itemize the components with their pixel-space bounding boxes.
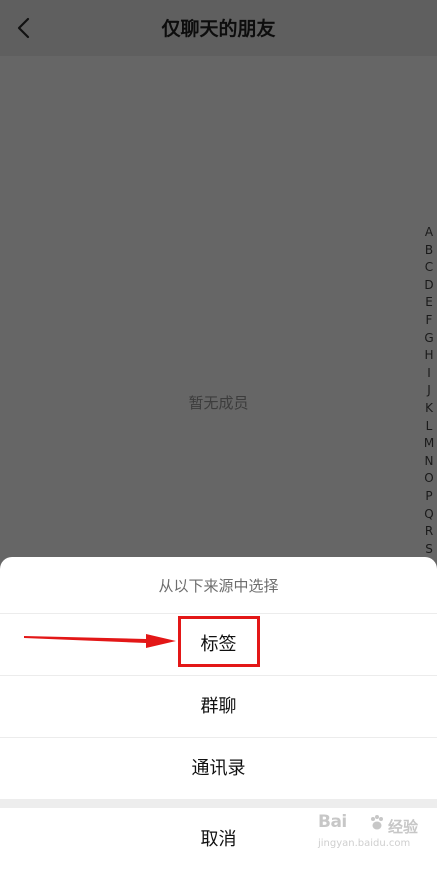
- index-letter[interactable]: O: [420, 470, 437, 488]
- empty-state-text: 暂无成员: [188, 394, 249, 412]
- index-letter[interactable]: G: [420, 330, 437, 348]
- option-contacts-button[interactable]: 通讯录: [0, 738, 437, 799]
- index-letter[interactable]: C: [420, 259, 437, 277]
- watermark-url: jingyan.baidu.com: [318, 838, 411, 849]
- watermark-logo-text: Bai: [318, 812, 347, 832]
- annotation-arrow-icon: [24, 634, 176, 648]
- action-sheet-title: 从以下来源中选择: [0, 557, 437, 614]
- index-letter[interactable]: E: [420, 294, 437, 312]
- index-letter[interactable]: A: [420, 224, 437, 242]
- index-letter[interactable]: J: [420, 382, 437, 400]
- option-group-chat-button[interactable]: 群聊: [0, 676, 437, 738]
- index-letter[interactable]: M: [420, 435, 437, 453]
- index-letter[interactable]: H: [420, 347, 437, 365]
- index-letter[interactable]: Q: [420, 506, 437, 524]
- page-title: 仅聊天的朋友: [161, 18, 276, 40]
- index-letter[interactable]: F: [420, 312, 437, 330]
- index-letter[interactable]: L: [420, 418, 437, 436]
- paw-icon: [371, 815, 383, 830]
- index-letter[interactable]: N: [420, 453, 437, 471]
- baidu-jingyan-watermark: Bai 经验 jingyan.baidu.com: [318, 812, 428, 862]
- index-letter[interactable]: I: [420, 365, 437, 383]
- index-letter[interactable]: S: [420, 541, 437, 559]
- alphabet-index-bar[interactable]: ABCDEFGHIJKLMNOPQRS: [420, 224, 437, 558]
- top-bar: 仅聊天的朋友: [0, 0, 437, 56]
- watermark-suffix-text: 经验: [388, 818, 419, 836]
- index-letter[interactable]: B: [420, 242, 437, 260]
- index-letter[interactable]: D: [420, 277, 437, 295]
- annotation-highlight-box: [178, 616, 260, 667]
- index-letter[interactable]: P: [420, 488, 437, 506]
- index-letter[interactable]: R: [420, 523, 437, 541]
- index-letter[interactable]: K: [420, 400, 437, 418]
- sheet-divider-gap: [0, 799, 437, 808]
